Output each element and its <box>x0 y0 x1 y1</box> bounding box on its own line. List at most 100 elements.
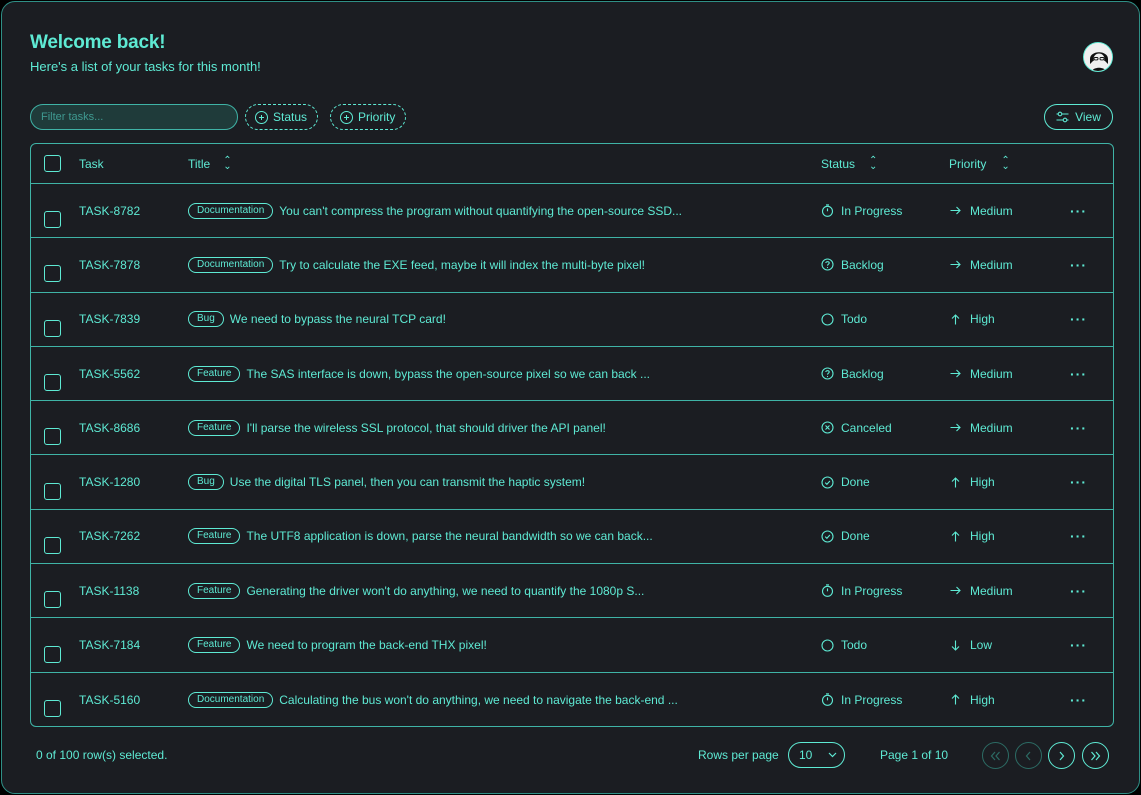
arrow-right-icon <box>949 258 962 271</box>
table-row[interactable]: TASK-1280 Bug Use the digital TLS panel, t… <box>31 455 1113 510</box>
task-id: TASK-7878 <box>79 257 141 272</box>
first-page-button[interactable] <box>982 742 1009 769</box>
more-horizontal-icon[interactable]: ··· <box>1070 583 1087 599</box>
table-row[interactable]: TASK-7839 Bug We need to bypass the neural… <box>31 293 1113 347</box>
more-horizontal-icon[interactable]: ··· <box>1070 257 1087 273</box>
table-row[interactable]: TASK-5562 Feature The SAS interface is dow… <box>31 347 1113 402</box>
app-window: Welcome back! Here's a list of your task… <box>1 1 1140 794</box>
priority-text: Medium <box>970 366 1013 381</box>
task-title: Try to calculate the EXE feed, maybe it … <box>279 257 645 272</box>
more-horizontal-icon[interactable]: ··· <box>1070 311 1087 327</box>
avatar[interactable] <box>1083 42 1113 72</box>
check-circle-icon <box>821 530 834 543</box>
status-text: In Progress <box>841 692 903 707</box>
row-select-checkbox[interactable] <box>44 536 61 554</box>
chevrons-right-icon <box>1091 751 1101 760</box>
task-title: We need to program the back-end THX pixe… <box>246 638 487 653</box>
row-select-checkbox[interactable] <box>44 374 61 392</box>
task-title: Calculating the bus won't do anything, w… <box>279 692 678 707</box>
column-header-title[interactable]: Title ⌃ ⌄ <box>188 144 232 183</box>
table-row[interactable]: TASK-1138 Feature Generating the driver wo… <box>31 564 1113 619</box>
row-select-checkbox[interactable] <box>44 211 61 229</box>
table-row[interactable]: TASK-7262 Feature The UTF8 application is … <box>31 510 1113 565</box>
more-horizontal-icon[interactable]: ··· <box>1070 203 1087 219</box>
column-header-status[interactable]: Status ⌃ ⌄ <box>821 144 877 183</box>
next-page-button[interactable] <box>1048 742 1075 769</box>
label-badge: Documentation <box>188 256 274 273</box>
priority-filter-button[interactable]: Priority <box>330 104 407 130</box>
task-title: Generating the driver won't do anything,… <box>246 583 645 598</box>
column-header-label: Status <box>821 156 856 171</box>
last-page-button[interactable] <box>1082 742 1109 769</box>
rows-per-page-select[interactable]: 10 <box>788 742 845 768</box>
priority-text: Medium <box>970 257 1013 272</box>
user-avatar-icon <box>1084 43 1112 71</box>
status-text: Backlog <box>841 257 884 272</box>
more-horizontal-icon[interactable]: ··· <box>1070 692 1087 708</box>
chevron-left-icon <box>1025 751 1031 760</box>
row-select-checkbox[interactable] <box>44 645 61 663</box>
help-circle-icon <box>821 367 834 380</box>
page-header: Welcome back! Here's a list of your task… <box>30 32 261 74</box>
table-row[interactable]: TASK-7184 Feature We need to program the b… <box>31 618 1113 673</box>
circle-icon <box>821 638 834 652</box>
status-filter-button[interactable]: Status <box>245 104 319 130</box>
row-select-checkbox[interactable] <box>44 482 61 500</box>
rows-per-page-value: 10 <box>799 748 813 762</box>
priority-text: Medium <box>970 203 1013 218</box>
select-all-checkbox[interactable] <box>44 155 61 172</box>
column-header-label: Title <box>188 156 211 171</box>
toolbar: Status Priority View <box>30 104 1113 130</box>
more-horizontal-icon[interactable]: ··· <box>1070 474 1087 490</box>
plus-circle-icon <box>255 110 268 124</box>
task-title: The UTF8 application is down, parse the … <box>246 529 653 544</box>
plus-circle-icon <box>340 110 353 124</box>
table-footer: 0 of 100 row(s) selected. Rows per page … <box>36 742 1113 769</box>
priority-text: High <box>970 529 995 544</box>
arrow-right-icon <box>949 584 962 597</box>
label-badge: Documentation <box>188 202 274 219</box>
more-horizontal-icon[interactable]: ··· <box>1070 637 1087 653</box>
filter-tasks-input[interactable] <box>30 104 238 130</box>
table-header: Task Title ⌃ ⌄ Status ⌃ ⌄ Priority ⌃ ⌄ <box>31 144 1113 184</box>
view-options-button[interactable]: View <box>1044 104 1113 130</box>
more-horizontal-icon[interactable]: ··· <box>1070 528 1087 544</box>
arrow-up-icon <box>949 693 962 706</box>
timer-icon <box>821 693 834 707</box>
status-text: Todo <box>841 312 868 327</box>
task-title: You can't compress the program without q… <box>279 203 683 218</box>
table-row[interactable]: TASK-5160 Documentation Calculating the bu… <box>31 673 1113 726</box>
task-id: TASK-7839 <box>79 312 141 327</box>
sort-icon: ⌃ ⌄ <box>869 154 877 172</box>
help-circle-icon <box>821 258 834 271</box>
row-select-checkbox[interactable] <box>44 591 61 609</box>
table-row[interactable]: TASK-7878 Documentation Try to calculate t… <box>31 238 1113 293</box>
task-title: We need to bypass the neural TCP card! <box>229 312 446 327</box>
page-info: Page 1 of 10 <box>880 748 949 762</box>
label-badge: Bug <box>188 474 224 491</box>
label-badge: Bug <box>188 311 224 328</box>
column-header-label: Task <box>79 156 104 171</box>
task-id: TASK-7262 <box>79 529 141 544</box>
row-select-checkbox[interactable] <box>44 319 61 337</box>
status-text: In Progress <box>841 583 903 598</box>
status-text: In Progress <box>841 203 903 218</box>
table-row[interactable]: TASK-8782 Documentation You can't compress… <box>31 184 1113 239</box>
row-select-checkbox[interactable] <box>44 428 61 446</box>
row-select-checkbox[interactable] <box>44 265 61 283</box>
sort-icon: ⌃ ⌄ <box>1001 154 1009 172</box>
row-select-checkbox[interactable] <box>44 700 61 718</box>
previous-page-button[interactable] <box>1015 742 1042 769</box>
priority-text: High <box>970 692 995 707</box>
column-header-priority[interactable]: Priority ⌃ ⌄ <box>949 144 1010 183</box>
chevron-down-icon <box>828 752 837 758</box>
more-horizontal-icon[interactable]: ··· <box>1070 366 1087 382</box>
chevron-right-icon <box>1059 751 1065 760</box>
task-id: TASK-5160 <box>79 692 141 707</box>
table-row[interactable]: TASK-8686 Feature I'll parse the wireless … <box>31 401 1113 456</box>
view-label: View <box>1075 110 1101 124</box>
more-horizontal-icon[interactable]: ··· <box>1070 420 1087 436</box>
label-badge: Feature <box>188 365 241 382</box>
sliders-icon <box>1056 111 1069 123</box>
priority-text: High <box>970 312 995 327</box>
